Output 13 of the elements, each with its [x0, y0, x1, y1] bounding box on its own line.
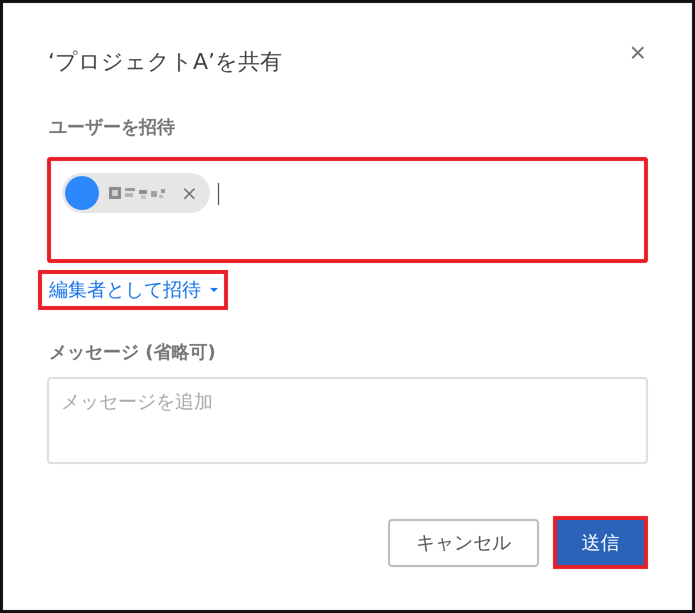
send-button[interactable]: 送信 — [553, 516, 648, 569]
caret-icon — [209, 287, 219, 293]
cancel-button[interactable]: キャンセル — [388, 518, 539, 566]
message-label: メッセージ (省略可) — [49, 341, 217, 364]
user-chip[interactable]: × — [62, 173, 210, 213]
text-cursor — [218, 183, 219, 205]
remove-chip-button[interactable]: × — [181, 181, 198, 205]
message-field[interactable]: メッセージを追加 — [47, 377, 648, 464]
invite-label: ユーザーを招待 — [49, 116, 176, 139]
dialog-title: ‘プロジェクトA’を共有 — [48, 49, 282, 77]
role-dropdown-link[interactable]: 編集者として招待 — [38, 270, 228, 310]
invite-field[interactable]: × — [47, 157, 648, 263]
close-button[interactable]: × — [630, 39, 646, 67]
